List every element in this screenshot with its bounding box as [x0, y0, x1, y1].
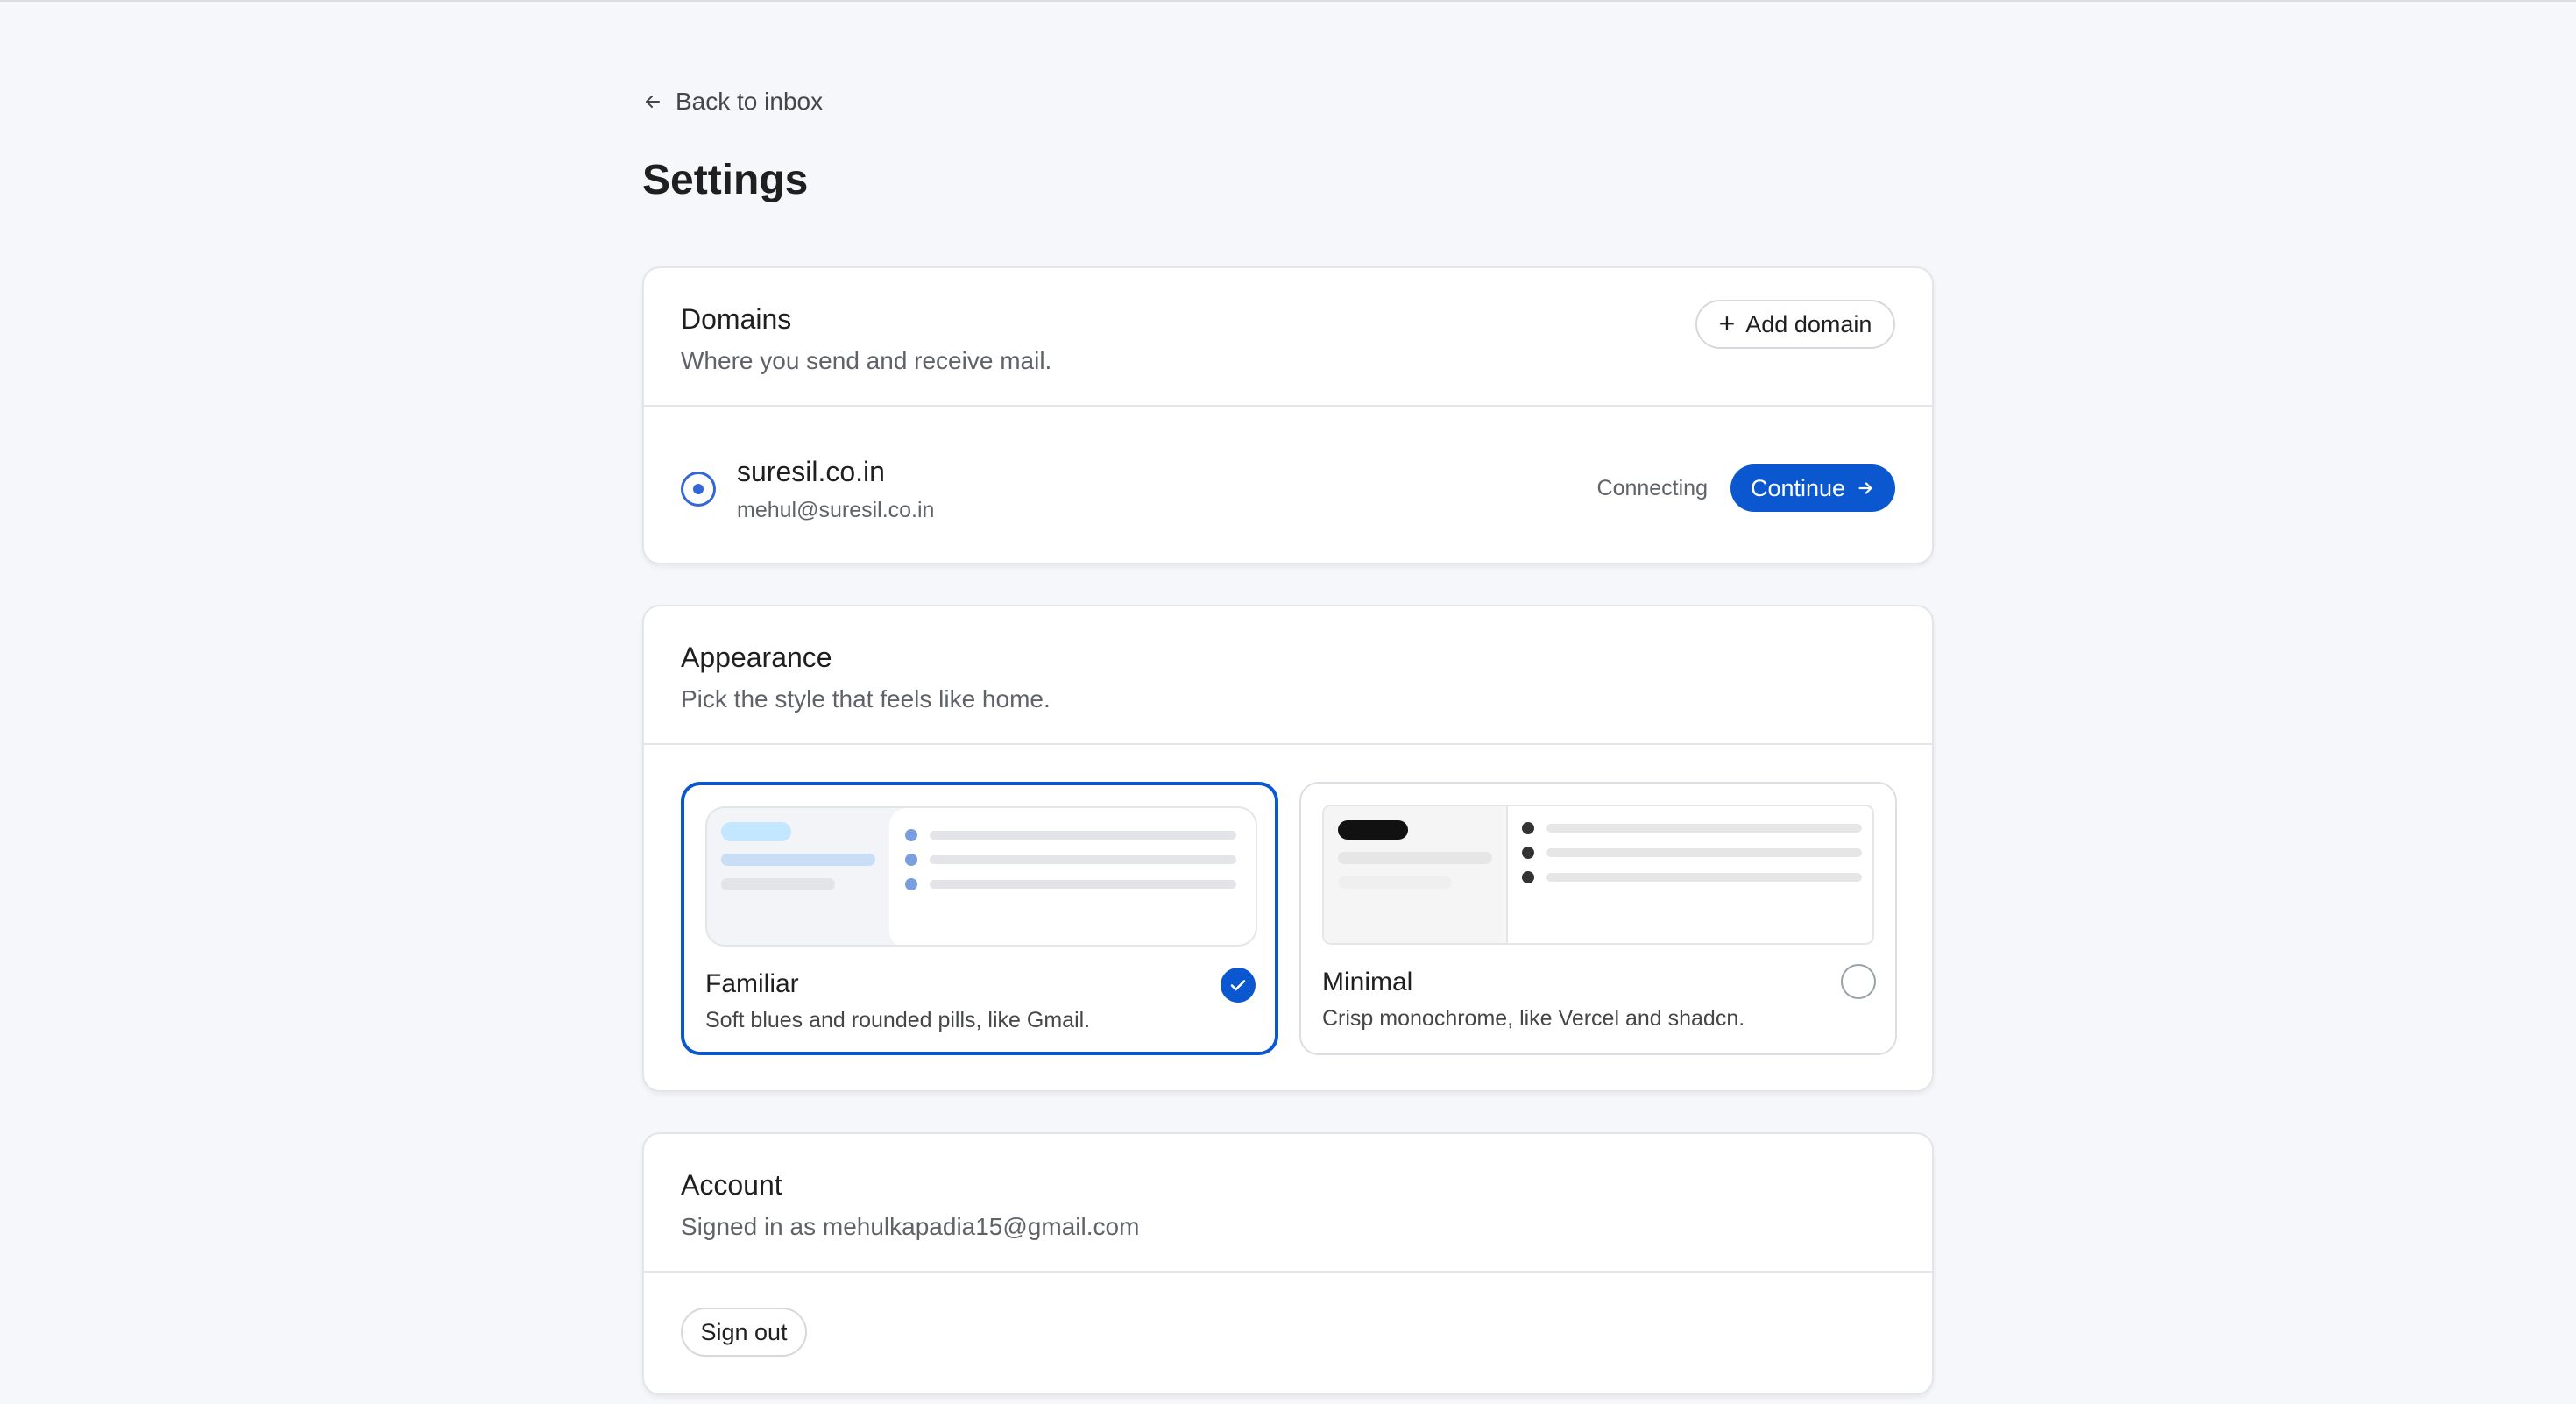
domains-subtitle: Where you send and receive mail. [681, 347, 1052, 374]
plus-icon: + [1718, 308, 1736, 339]
preview-bar [721, 854, 875, 866]
appearance-header: Appearance Pick the style that feels lik… [644, 606, 1932, 745]
arrow-left-icon [646, 96, 660, 108]
domain-status: Connecting [1596, 476, 1708, 500]
preview-dot [905, 854, 917, 866]
preview-line [1546, 848, 1862, 857]
theme-option-familiar[interactable]: Familiar Soft blues and rounded pills, l… [681, 782, 1278, 1055]
continue-label: Continue [1750, 474, 1846, 501]
preview-line [930, 855, 1236, 864]
familiar-preview [705, 806, 1257, 947]
add-domain-label: Add domain [1745, 310, 1872, 337]
domain-name: suresil.co.in [737, 456, 885, 487]
top-border [0, 0, 2576, 2]
preview-dot [1522, 822, 1534, 834]
theme-name: Minimal [1322, 968, 1413, 996]
domains-card: Domains Where you send and receive mail.… [642, 266, 1934, 564]
check-circle-icon [1221, 968, 1256, 1003]
account-card: Account Signed in as mehulkapadia15@gmai… [642, 1132, 1934, 1395]
account-title: Account [681, 1169, 782, 1201]
theme-option-minimal[interactable]: Minimal Crisp monochrome, like Vercel an… [1299, 782, 1897, 1055]
back-to-inbox-link[interactable]: Back to inbox [642, 88, 823, 116]
back-label: Back to inbox [676, 88, 824, 115]
theme-name: Familiar [705, 969, 799, 998]
preview-panel [889, 808, 1256, 945]
add-domain-button[interactable]: + Add domain [1695, 300, 1895, 349]
page-title: Settings [642, 157, 809, 203]
radio-selected-icon[interactable] [681, 472, 716, 507]
minimal-preview [1322, 805, 1874, 945]
theme-description: Soft blues and rounded pills, like Gmail… [705, 1008, 1091, 1032]
sign-out-button[interactable]: Sign out [681, 1308, 807, 1357]
preview-dot [1522, 847, 1534, 859]
preview-bar [721, 878, 835, 890]
preview-bar [1338, 876, 1452, 889]
arrow-right-icon [1858, 482, 1872, 494]
preview-line [930, 880, 1236, 889]
preview-line [930, 831, 1236, 840]
preview-dot [905, 878, 917, 890]
domain-email: mehul@suresil.co.in [737, 498, 935, 522]
preview-pill [1338, 820, 1408, 840]
appearance-title: Appearance [681, 642, 832, 673]
radio-empty-icon[interactable] [1841, 964, 1876, 999]
domains-title: Domains [681, 303, 792, 335]
domain-row[interactable]: suresil.co.in mehul@suresil.co.in Connec… [644, 407, 1932, 563]
preview-dot [905, 829, 917, 841]
account-subtitle: Signed in as mehulkapadia15@gmail.com [681, 1213, 1140, 1240]
preview-line [1546, 873, 1862, 882]
account-header: Account Signed in as mehulkapadia15@gmai… [644, 1134, 1932, 1273]
preview-dot [1522, 871, 1534, 883]
preview-bar [1338, 852, 1492, 864]
appearance-subtitle: Pick the style that feels like home. [681, 685, 1051, 713]
continue-button[interactable]: Continue [1730, 464, 1895, 512]
domains-header: Domains Where you send and receive mail.… [644, 268, 1932, 407]
preview-pill [721, 822, 791, 841]
preview-line [1546, 824, 1862, 833]
theme-description: Crisp monochrome, like Vercel and shadcn… [1322, 1006, 1745, 1031]
appearance-card: Appearance Pick the style that feels lik… [642, 605, 1934, 1092]
